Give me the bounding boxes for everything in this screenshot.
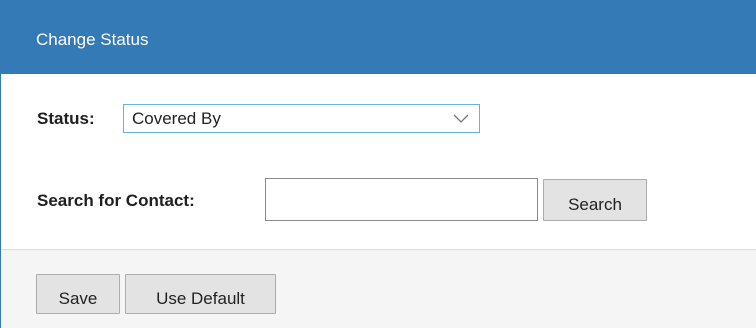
change-status-dialog: Change Status Status: Covered By Search … bbox=[0, 0, 756, 328]
chevron-down-icon bbox=[453, 114, 469, 123]
dialog-header: Change Status bbox=[1, 0, 756, 74]
status-select-value: Covered By bbox=[132, 109, 221, 128]
status-label: Status: bbox=[37, 109, 95, 128]
save-button[interactable]: Save bbox=[36, 274, 120, 314]
status-select[interactable]: Covered By bbox=[123, 104, 480, 133]
dialog-footer: Save Use Default bbox=[1, 249, 756, 328]
dialog-title: Change Status bbox=[36, 30, 149, 49]
search-button[interactable]: Search bbox=[543, 179, 647, 221]
use-default-button[interactable]: Use Default bbox=[125, 274, 276, 314]
contact-search-input[interactable] bbox=[265, 178, 538, 221]
search-contact-label: Search for Contact: bbox=[37, 191, 195, 210]
